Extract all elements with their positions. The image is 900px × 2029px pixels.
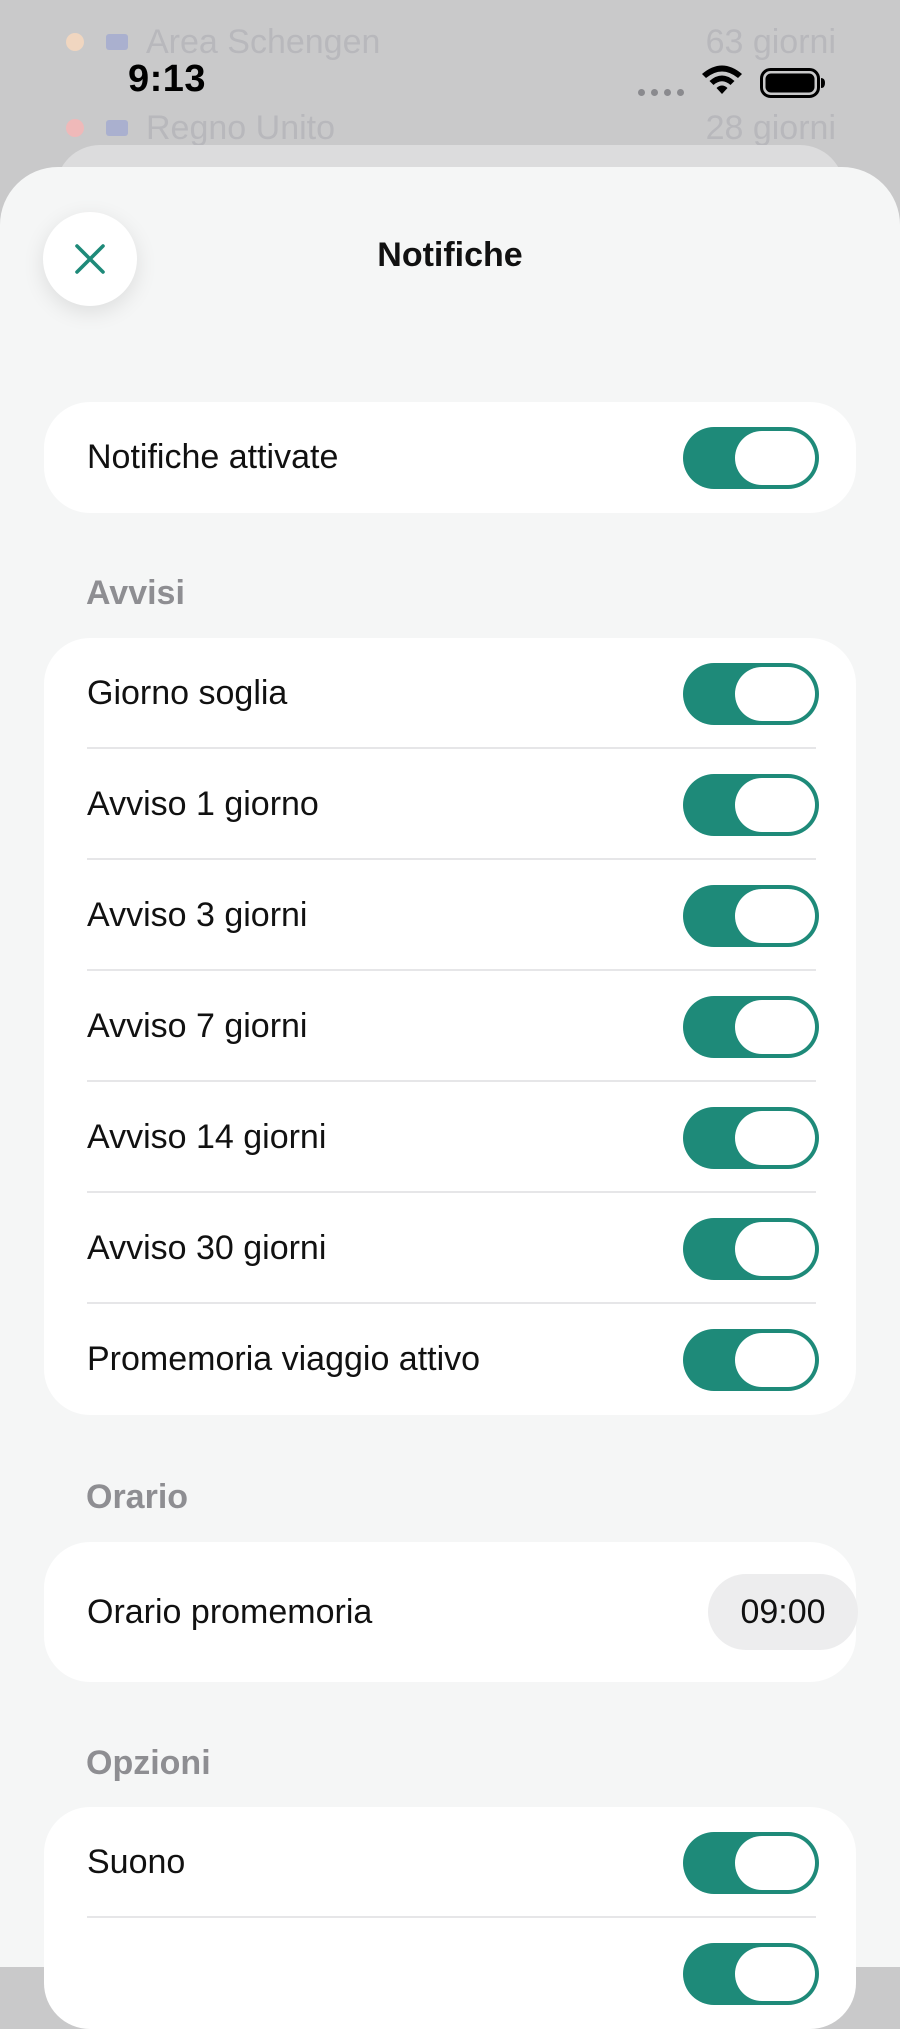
- avviso-30-giorni-toggle[interactable]: [683, 1217, 819, 1280]
- avviso-1-giorno-toggle[interactable]: [683, 773, 819, 836]
- notifications-enabled-row: Notifiche attivate: [44, 402, 856, 513]
- status-bar: 9:13: [0, 52, 900, 108]
- avvisi-row-promemoria-viaggio: Promemoria viaggio attivo: [44, 1304, 856, 1415]
- avvisi-row-14-giorni: Avviso 14 giorni: [44, 1082, 856, 1193]
- wifi-icon: [702, 65, 742, 94]
- suono-toggle[interactable]: [683, 1831, 819, 1894]
- toggle-knob: [735, 666, 815, 721]
- notifications-enabled-toggle[interactable]: [683, 426, 819, 489]
- orario-card: Orario promemoria 09:00: [44, 1542, 858, 1682]
- avviso-7-giorni-toggle[interactable]: [683, 995, 819, 1058]
- toggle-knob: [735, 888, 815, 943]
- background-row: Regno Unito 28 giorni: [66, 108, 836, 148]
- section-header-avvisi: Avvisi: [86, 574, 185, 612]
- avviso-3-giorni-toggle[interactable]: [683, 884, 819, 947]
- toggle-knob: [735, 1835, 815, 1890]
- avviso-14-giorni-toggle[interactable]: [683, 1106, 819, 1169]
- battery-icon: [760, 68, 825, 98]
- master-toggle-card: Notifiche attivate: [44, 402, 856, 513]
- row-label: Suono: [87, 1843, 186, 1881]
- toggle-knob: [735, 1946, 815, 2001]
- orario-promemoria-row: Orario promemoria 09:00: [44, 1542, 858, 1682]
- flag-icon: [106, 34, 128, 50]
- cellular-dots-icon: [638, 89, 684, 96]
- row-label: Promemoria viaggio attivo: [87, 1340, 481, 1378]
- notifications-enabled-label: Notifiche attivate: [87, 438, 339, 476]
- toggle-knob: [735, 999, 815, 1054]
- toggle-knob: [735, 1221, 815, 1276]
- status-time: 9:13: [128, 58, 207, 100]
- toggle-knob: [735, 430, 815, 485]
- page-title: Notifiche: [377, 236, 523, 274]
- reminder-time-picker[interactable]: 09:00: [708, 1574, 858, 1650]
- opzioni-second-toggle[interactable]: [683, 1942, 819, 2005]
- toggle-knob: [735, 1332, 815, 1387]
- toggle-knob: [735, 1110, 815, 1165]
- avvisi-row-7-giorni: Avviso 7 giorni: [44, 971, 856, 1082]
- opzioni-row-suono: Suono: [44, 1807, 856, 1918]
- background-row-value: 28 giorni: [705, 108, 836, 147]
- avvisi-card: Giorno soglia Avviso 1 giorno Avviso 3 g…: [44, 638, 856, 1415]
- flag-icon: [106, 120, 128, 136]
- promemoria-viaggio-toggle[interactable]: [683, 1328, 819, 1391]
- row-label: Avviso 14 giorni: [87, 1118, 327, 1156]
- background-row-name: Regno Unito: [146, 108, 336, 147]
- row-label: Avviso 7 giorni: [87, 1007, 308, 1045]
- avvisi-row-3-giorni: Avviso 3 giorni: [44, 860, 856, 971]
- row-label: Avviso 3 giorni: [87, 896, 308, 934]
- row-label: Avviso 1 giorno: [87, 785, 319, 823]
- avvisi-row-1-giorno: Avviso 1 giorno: [44, 749, 856, 860]
- orario-promemoria-label: Orario promemoria: [87, 1592, 373, 1631]
- opzioni-row-partial: [44, 1918, 856, 2029]
- status-dot: [66, 33, 84, 51]
- avvisi-row-giorno-soglia: Giorno soglia: [44, 638, 856, 749]
- toggle-knob: [735, 777, 815, 832]
- row-label: Giorno soglia: [87, 674, 288, 712]
- avvisi-row-30-giorni: Avviso 30 giorni: [44, 1193, 856, 1304]
- section-header-opzioni: Opzioni: [86, 1744, 211, 1782]
- status-dot: [66, 119, 84, 137]
- opzioni-card: Suono: [44, 1807, 856, 2029]
- giorno-soglia-toggle[interactable]: [683, 662, 819, 725]
- section-header-orario: Orario: [86, 1478, 189, 1516]
- row-label: Avviso 30 giorni: [87, 1229, 327, 1267]
